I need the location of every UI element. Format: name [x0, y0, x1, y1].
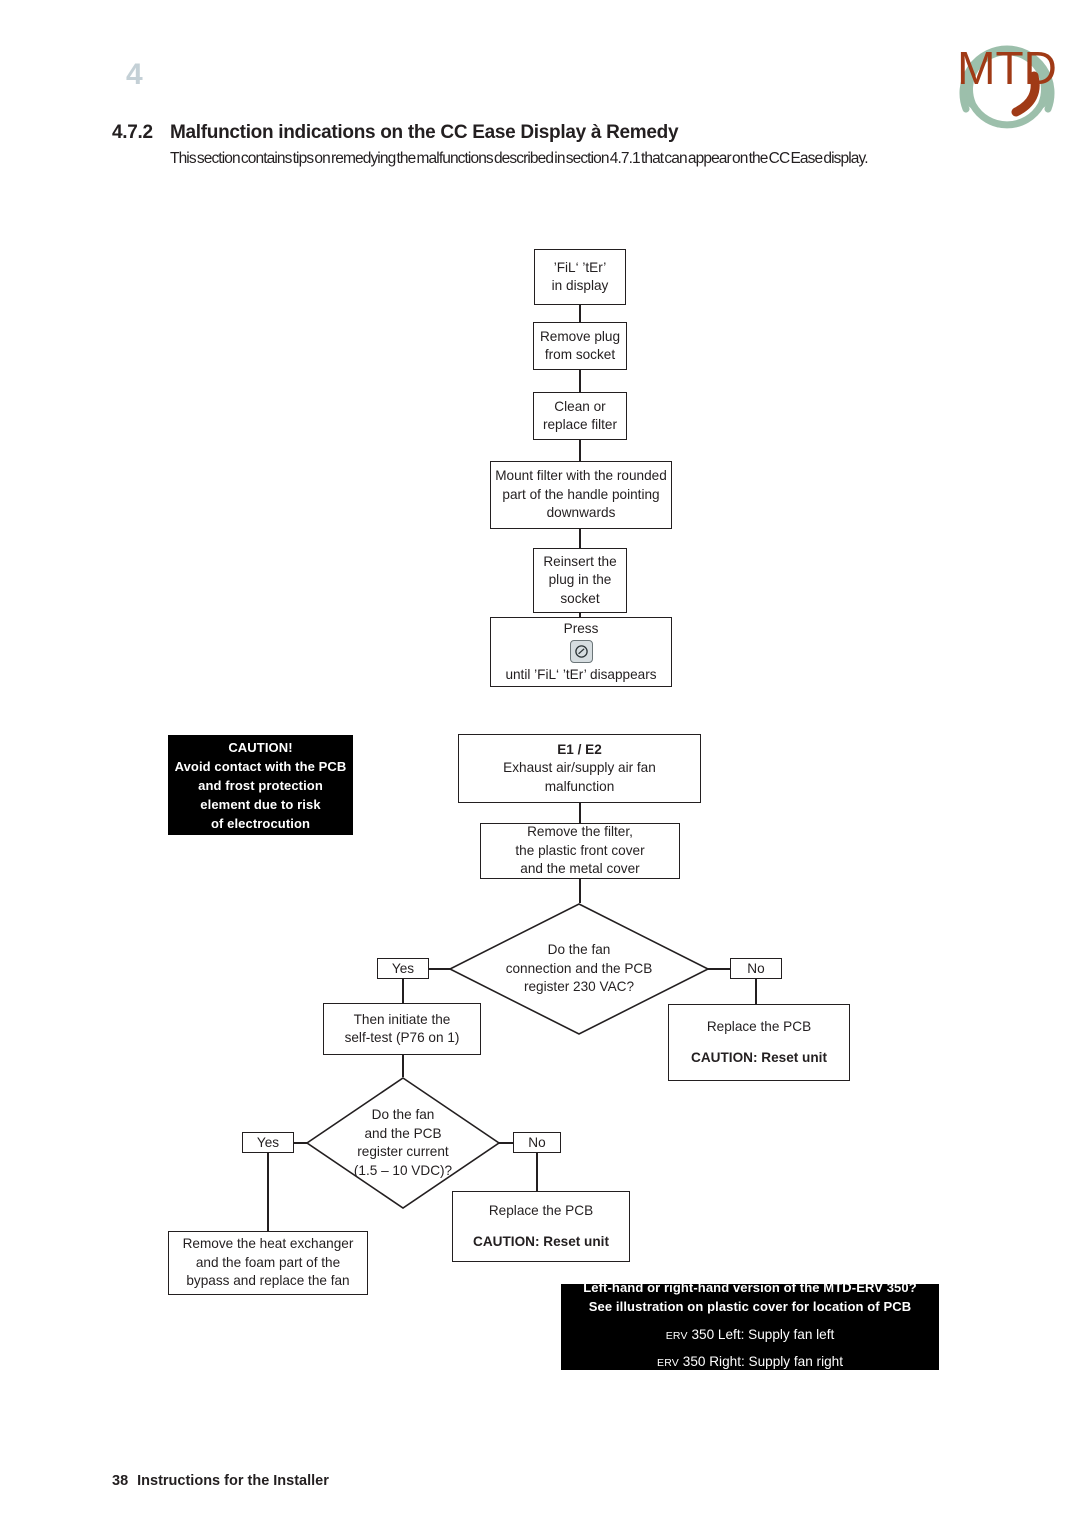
- note-line: See illustration on plastic cover for lo…: [588, 1299, 912, 1314]
- clock-button-icon[interactable]: [569, 640, 593, 663]
- note-line: Left-hand or right-hand version of the M…: [583, 1280, 917, 1295]
- connector-line: [707, 968, 731, 970]
- node-line: Press: [563, 620, 599, 636]
- flow-node-fil-ter-display: ’FiL‘ ’tEr’ in display: [534, 249, 626, 305]
- node-caution-line: CAUTION: Reset unit: [473, 1233, 609, 1249]
- section-heading-title: Malfunction indications on the CC Ease D…: [170, 122, 679, 143]
- mtd-logo-wordmark: MTD: [957, 42, 1057, 94]
- caution-line: Avoid contact with the PCB: [174, 758, 347, 774]
- node-line: in display: [551, 278, 609, 293]
- connector-line: [536, 1153, 538, 1191]
- node-caution-line: CAUTION: Reset unit: [691, 1049, 827, 1065]
- decision-2-no-tag: No: [513, 1132, 561, 1153]
- flow-node-self-test: Then initiate the self-test (P76 on 1): [323, 1003, 481, 1055]
- node-line: ’FiL‘ ’tEr’: [553, 259, 607, 275]
- connector-line: [292, 1142, 308, 1144]
- flow-node-remove-heat-exchanger: Remove the heat exchanger and the foam p…: [168, 1231, 368, 1295]
- connector-line: [498, 1142, 514, 1144]
- tag-label: Yes: [391, 961, 415, 976]
- node-line: Remove the filter,: [527, 824, 633, 840]
- node-line: from socket: [544, 347, 616, 362]
- flow-node-mount-filter: Mount filter with the rounded part of th…: [490, 461, 672, 529]
- section-heading: 4.7.2 Malfunction indications on the CC …: [112, 122, 992, 144]
- node-line: self-test (P76 on 1): [344, 1030, 460, 1045]
- node-line: downwards: [546, 505, 616, 521]
- node-line: Clean or: [554, 398, 606, 414]
- caution-line: of electrocution: [210, 815, 311, 831]
- flow-node-e1-e2-error: E1 / E2 Exhaust air/supply air fan malfu…: [458, 734, 701, 803]
- note-detail-prefix: ERV: [665, 1330, 688, 1342]
- caution-line: and frost protection: [198, 777, 323, 793]
- connector-line: [579, 529, 581, 548]
- node-line: Mount filter with the rounded: [495, 468, 667, 484]
- flow-decision-current-vdc: Do the fan and the PCB register current …: [305, 1077, 501, 1209]
- node-line: and the foam part of the: [195, 1254, 341, 1270]
- chapter-number: 4: [126, 58, 143, 91]
- connector-line: [579, 370, 581, 392]
- node-line: bypass and replace the fan: [186, 1273, 350, 1289]
- flow-node-remove-plug: Remove plug from socket: [533, 322, 627, 370]
- connector-line: [755, 979, 757, 1004]
- node-line: Replace the PCB: [706, 1019, 812, 1034]
- section-heading-number: 4.7.2: [112, 122, 153, 143]
- flow-node-reinsert-plug: Reinsert the plug in the socket: [533, 548, 627, 613]
- tag-label: No: [528, 1135, 546, 1150]
- node-line: Remove the heat exchanger: [182, 1236, 354, 1252]
- node-line: Reinsert the: [543, 553, 617, 569]
- footer-label: Instructions for the Installer: [137, 1473, 329, 1489]
- node-line: and the metal cover: [520, 861, 640, 877]
- node-line: Exhaust air/supply air fan: [503, 760, 656, 776]
- flow-node-replace-pcb-2: Replace the PCB CAUTION: Reset unit: [452, 1191, 630, 1262]
- page-footer: 38 Instructions for the Installer: [112, 1473, 329, 1489]
- mtd-logo: MTD: [942, 12, 1072, 130]
- connector-line: [579, 879, 581, 903]
- node-title: E1 / E2: [557, 741, 602, 757]
- caution-line: element due to risk: [200, 796, 321, 812]
- node-line: Replace the PCB: [488, 1203, 594, 1218]
- note-detail-line: ERV 350 Left: Supply fan left: [666, 1322, 835, 1349]
- intro-paragraph: This section contains tips on remedying …: [170, 150, 869, 167]
- decision-2-yes-tag: Yes: [242, 1132, 294, 1153]
- footer-page-number: 38: [112, 1473, 129, 1489]
- caution-line: CAUTION!: [228, 739, 293, 755]
- note-detail-line: ERV 350 Right: Supply fan right: [657, 1349, 843, 1376]
- connector-line: [579, 803, 581, 823]
- tag-label: No: [747, 961, 765, 976]
- decision-1-no-tag: No: [730, 958, 782, 979]
- connector-line: [402, 1055, 404, 1077]
- connector-line: [579, 305, 581, 322]
- version-note-panel: Left-hand or right-hand version of the M…: [561, 1280, 939, 1370]
- tag-label: Yes: [256, 1135, 280, 1150]
- caution-pcb-panel: CAUTION! Avoid contact with the PCB and …: [168, 735, 353, 835]
- node-line: plug in the: [548, 572, 612, 588]
- node-line: Remove plug: [539, 328, 621, 344]
- node-line: Then initiate the: [353, 1011, 451, 1027]
- decision-1-yes-tag: Yes: [377, 958, 429, 979]
- node-line: malfunction: [544, 778, 615, 794]
- note-detail-rest: 350 Right: Supply fan right: [679, 1354, 843, 1369]
- flow-node-replace-pcb-1: Replace the PCB CAUTION: Reset unit: [668, 1004, 850, 1081]
- node-line: part of the handle pointing: [502, 486, 660, 502]
- connector-line: [427, 968, 451, 970]
- note-detail-rest: 350 Left: Supply fan left: [687, 1327, 835, 1342]
- flow-node-clean-replace-filter: Clean or replace filter: [533, 392, 627, 440]
- flow-node-remove-covers: Remove the filter, the plastic front cov…: [480, 823, 680, 879]
- connector-line: [579, 440, 581, 461]
- node-line: until ’FiL‘ ’tEr’ disappears: [505, 667, 657, 682]
- connector-line: [402, 979, 404, 1003]
- connector-line: [267, 1153, 269, 1231]
- node-line: socket: [560, 590, 600, 606]
- node-line: replace filter: [542, 417, 618, 432]
- flow-node-press-button: Press until ’FiL‘ ’tEr’ disappears: [490, 617, 672, 687]
- note-detail-prefix: ERV: [657, 1357, 679, 1369]
- node-line: the plastic front cover: [515, 842, 645, 858]
